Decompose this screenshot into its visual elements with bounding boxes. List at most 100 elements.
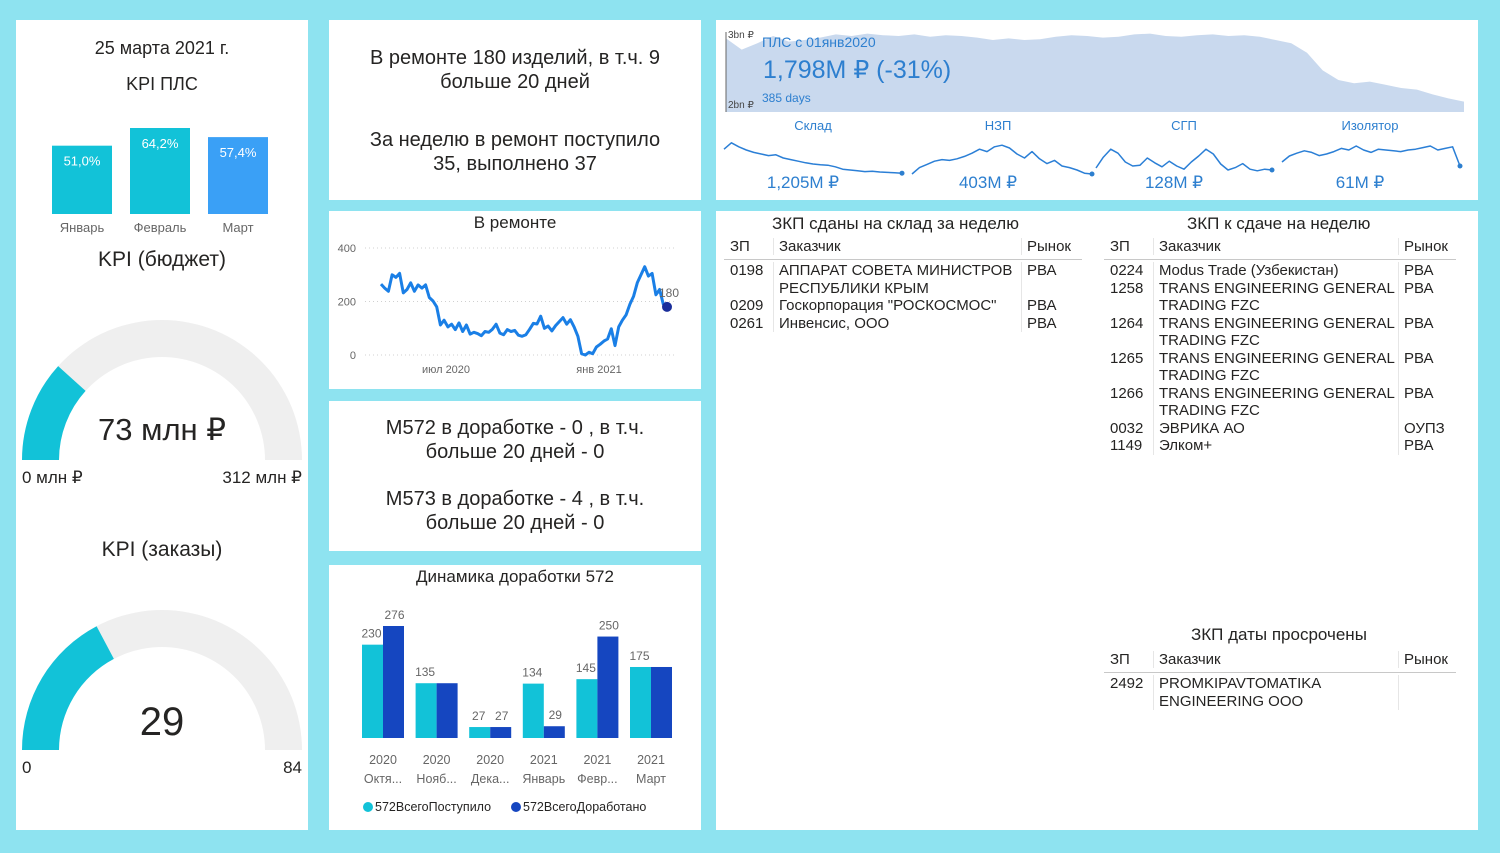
sparkline-line — [1095, 148, 1273, 172]
sparkline-name: Изолятор — [1342, 118, 1399, 133]
table-row[interactable]: 1266 TRANS ENGINEERING GENERAL TRADING FZ… — [1104, 384, 1456, 420]
table-row[interactable]: 1149 Элком+ РВА — [1104, 437, 1456, 455]
kpi-bar-value: 64,2% — [142, 136, 179, 151]
mod-bar — [630, 666, 651, 738]
legend-marker — [511, 802, 521, 812]
kpi-pls-title: KPI ПЛС — [126, 74, 198, 94]
mod-bar-value: 134 — [522, 666, 542, 680]
mod-x-year: 2021 — [637, 753, 665, 767]
sparkline-line — [911, 144, 1093, 175]
table-cell: 0209 — [730, 297, 764, 314]
table-cell: 2492 — [1110, 675, 1144, 692]
table-cell: РВА — [1398, 262, 1456, 280]
sparkline-line — [723, 142, 903, 174]
kpi-pls-bar-chart: 51,0% Январь 64,2% Февраль 57,4% Март — [52, 128, 268, 235]
kpi-panel: 25 марта 2021 г. KPI ПЛС 51,0% Январь 64,2… — [16, 20, 308, 830]
sparkline-name: Склад — [794, 118, 832, 133]
repair-line-3: За неделю в ремонт поступило — [369, 129, 661, 151]
mod-line-3: М573 в доработке - 4 , в т.ч. — [385, 488, 645, 510]
table-cell: 1149 — [1110, 437, 1143, 454]
table-row[interactable]: 0224 Modus Trade (Узбекистан) РВА — [1104, 262, 1456, 280]
table-cell: Элком+ — [1153, 437, 1398, 455]
table-cell: PROMKIPAVTOMATIKA ENGINEERING OOO — [1153, 675, 1398, 710]
table-cell: 1266 — [1110, 384, 1144, 402]
sparkline-end — [899, 170, 905, 176]
sparkline-end — [1457, 163, 1463, 169]
y-tick-label: 400 — [338, 243, 356, 255]
tables-card: ЗКП сданы на склад за неделю ЗП Заказчик Р… — [716, 211, 1478, 830]
mod-bar-value: 175 — [629, 649, 649, 663]
mod-bar — [436, 683, 458, 738]
column-header[interactable]: Заказчик — [773, 237, 1021, 255]
table-cell: ЭВРИКА АО — [1153, 419, 1398, 437]
mod-bar-value: 135 — [415, 665, 435, 679]
column-header[interactable]: Рынок — [1021, 237, 1077, 255]
mod-x-month: Февр... — [577, 772, 617, 786]
in-repair-last-point — [662, 301, 672, 312]
y-tick-label: 200 — [338, 297, 356, 309]
mod-bar-value: 230 — [361, 627, 381, 641]
table-cell — [1398, 675, 1456, 710]
report-date: 25 марта 2021 г. — [94, 38, 230, 58]
gauge-budget-value: 73 млн ₽ — [16, 412, 308, 448]
mod-bar-value: 276 — [384, 608, 404, 622]
column-header[interactable]: Рынок — [1398, 650, 1456, 668]
column-header[interactable]: ЗП — [1104, 238, 1153, 255]
mod-x-month: Октя... — [364, 772, 402, 786]
table-row[interactable]: 1265 TRANS ENGINEERING GENERAL TRADING FZ… — [1104, 349, 1456, 385]
x-tick-label: янв 2021 — [576, 364, 621, 376]
sparkline-value: 403M ₽ — [959, 173, 1017, 192]
table-row[interactable]: 0198 АППАРАТ СОВЕТА МИНИСТРОВ РЕСПУБЛИКИ … — [724, 262, 1082, 297]
modification-dynamics-card: Динамика доработки 572 230 276 2020 Октя...… — [329, 565, 701, 830]
mod-bar — [576, 679, 598, 738]
mod-x-year: 2021 — [530, 753, 558, 767]
table-row[interactable]: 1264 TRANS ENGINEERING GENERAL TRADING FZ… — [1104, 314, 1456, 350]
table-row[interactable]: 0261 Инвенсис, ООО РВА — [724, 314, 1082, 332]
gauge-orders-max: 84 — [283, 758, 302, 777]
sparkline-name: НЗП — [985, 118, 1012, 133]
table-cell: Госкорпорация "РОСКОСМОС" — [773, 297, 1021, 315]
pls-value: 1,798M ₽ (-31%) — [763, 56, 952, 84]
column-header[interactable]: ЗП — [1104, 651, 1153, 668]
mod-line-4: больше 20 дней - 0 — [425, 512, 605, 534]
column-header[interactable]: Заказчик — [1153, 650, 1398, 668]
pls-days: 385 days — [762, 91, 811, 105]
repair-line-2: больше 20 дней — [440, 71, 590, 93]
mod-line-2: больше 20 дней - 0 — [425, 441, 605, 463]
kpi-bar-category: Январь — [60, 220, 105, 235]
mod-bar-value: 29 — [549, 708, 563, 722]
kpi-bar-value: 51,0% — [64, 154, 101, 169]
table-row[interactable]: 1258 TRANS ENGINEERING GENERAL TRADING FZ… — [1104, 279, 1456, 315]
table-cell: TRANS ENGINEERING GENERAL TRADING FZC — [1153, 279, 1398, 315]
mod-x-month: Март — [636, 772, 666, 786]
week-done-title: ЗКП сданы на склад за неделю — [772, 214, 1019, 233]
sparkline-value: 61M ₽ — [1336, 173, 1385, 192]
kpi-budget-title: KPI (бюджет) — [98, 248, 226, 271]
in-repair-last-label: 180 — [659, 286, 679, 300]
gauge-orders-min: 0 — [22, 758, 32, 777]
gauge-budget-value-num: 73 — [98, 412, 133, 447]
week-done-table: ЗП Заказчик Рынок 0198 АППАРАТ СОВЕТА МИНИСТ… — [724, 233, 1082, 332]
table-cell: TRANS ENGINEERING GENERAL TRADING FZC — [1153, 314, 1398, 350]
in-repair-line-chart: 0 200 400 180 июл 2020 янв 2021 — [338, 243, 680, 376]
table-cell: РВА — [1398, 279, 1456, 315]
sparkline-end — [1089, 171, 1095, 177]
pls-sparklines: Склад 1,205M ₽ НЗП 403M ₽ СГП 128M ₽ Изолятор 6… — [723, 118, 1463, 192]
table-cell: Modus Trade (Узбекистан) — [1153, 262, 1398, 280]
mod-bar-value: 145 — [576, 661, 596, 675]
table-row[interactable]: 2492 PROMKIPAVTOMATIKA ENGINEERING OOO — [1104, 675, 1456, 710]
mod-bar — [490, 727, 512, 738]
overdue-table: ЗП Заказчик Рынок 2492 PROMKIPAVTOMATIKA ENG… — [1104, 646, 1456, 710]
gauge-budget-value-unit: млн ₽ — [141, 412, 226, 447]
column-header[interactable]: Заказчик — [1153, 237, 1398, 255]
table-row[interactable]: 0209 Госкорпорация "РОСКОСМОС" РВА — [724, 297, 1082, 315]
sparkline-value: 128M ₽ — [1145, 173, 1203, 192]
table-row[interactable]: 0032 ЭВРИКА АО ОУПЗ — [1104, 419, 1456, 437]
mod-bar — [469, 727, 491, 738]
legend-marker — [363, 802, 373, 812]
column-header[interactable]: ЗП — [724, 238, 773, 255]
kpi-orders-title: KPI (заказы) — [101, 538, 223, 561]
table-cell: АППАРАТ СОВЕТА МИНИСТРОВ РЕСПУБЛИКИ КРЫМ — [773, 262, 1021, 297]
column-header[interactable]: Рынок — [1398, 237, 1456, 255]
mod-bar — [543, 726, 565, 738]
